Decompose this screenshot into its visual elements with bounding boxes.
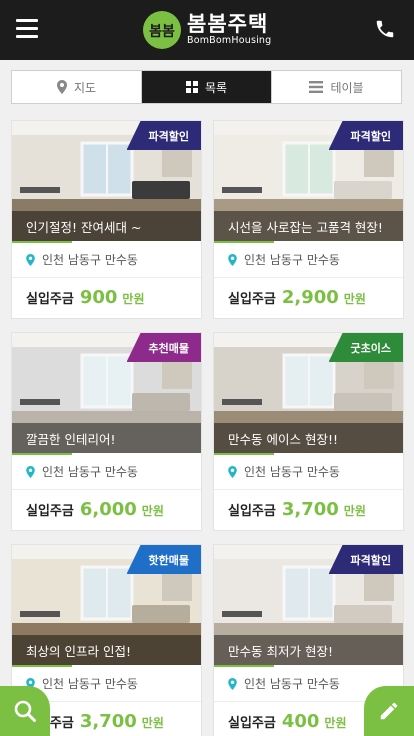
listing-title: 시선을 사로잡는 고품격 현장!	[214, 211, 403, 241]
listing-price: 실입주금 2,900 만원	[228, 287, 366, 308]
logo-mark-text: 봄봄	[149, 24, 175, 40]
listing-photo: 추천매물 깔끔한 인테리어!	[12, 333, 201, 453]
listing-photo: 파격할인 만수동 최저가 현장!	[214, 545, 403, 665]
listing-card[interactable]: 굿초이스 만수동 에이스 현장!! 인천 남동구 만수동 실입주금 3,700 …	[213, 332, 404, 531]
tab-table[interactable]: 테이블	[271, 71, 401, 103]
listing-title: 인기절정! 잔여세대 ~	[12, 211, 201, 241]
listing-card[interactable]: 추천매물 깔끔한 인테리어! 인천 남동구 만수동 실입주금 6,000 만원	[11, 332, 202, 531]
price-unit: 만원	[141, 716, 164, 730]
listing-title: 만수동 최저가 현장!	[214, 635, 403, 665]
price-unit: 만원	[343, 504, 366, 518]
listing-title: 만수동 에이스 현장!!	[214, 423, 403, 453]
price-value: 2,900	[281, 287, 339, 308]
location-pin-icon	[228, 253, 237, 266]
accent-bar	[12, 453, 72, 455]
listing-price: 실입주금 900 만원	[26, 287, 145, 308]
listing-location: 인천 남동구 만수동	[228, 251, 340, 268]
map-pin-icon	[56, 80, 67, 94]
price-value: 400	[281, 711, 320, 732]
listing-location: 인천 남동구 만수동	[26, 675, 138, 692]
logo-mark: 봄봄	[143, 11, 181, 49]
listing-location-text: 인천 남동구 만수동	[244, 677, 340, 691]
listing-photo: 굿초이스 만수동 에이스 현장!!	[214, 333, 403, 453]
price-unit: 만원	[343, 292, 366, 306]
listing-location-text: 인천 남동구 만수동	[42, 465, 138, 479]
accent-bar	[214, 241, 274, 243]
tab-table-label: 테이블	[330, 80, 364, 95]
location-pin-icon	[228, 677, 237, 690]
price-label: 실입주금	[228, 716, 276, 731]
listing-location: 인천 남동구 만수동	[26, 251, 138, 268]
price-unit: 만원	[324, 716, 347, 730]
tab-list[interactable]: 목록	[141, 71, 271, 103]
accent-bar	[12, 241, 72, 243]
listing-card[interactable]: 파격할인 인기절정! 잔여세대 ~ 인천 남동구 만수동 실입주금 900 만원	[11, 120, 202, 319]
divider	[12, 489, 201, 490]
view-tabs: 지도 목록 테이블	[11, 70, 402, 104]
price-value: 6,000	[79, 499, 137, 520]
logo-subtitle: BomBomHousing	[187, 35, 272, 46]
listing-location-text: 인천 남동구 만수동	[244, 253, 340, 267]
divider	[214, 277, 403, 278]
listing-location-text: 인천 남동구 만수동	[42, 253, 138, 267]
location-pin-icon	[228, 465, 237, 478]
accent-bar	[12, 665, 72, 667]
tab-list-label: 목록	[204, 80, 228, 95]
location-pin-icon	[26, 253, 35, 266]
list-icon	[309, 81, 324, 93]
price-value: 3,700	[79, 711, 137, 732]
logo-title: 봄봄주택	[187, 12, 269, 36]
tab-map-label: 지도	[73, 80, 97, 95]
listing-title: 깔끔한 인테리어!	[12, 423, 201, 453]
price-label: 실입주금	[26, 504, 74, 519]
listing-card[interactable]: 파격할인 시선을 사로잡는 고품격 현장! 인천 남동구 만수동 실입주금 2,…	[213, 120, 404, 319]
price-unit: 만원	[141, 504, 164, 518]
listing-photo: 파격할인 인기절정! 잔여세대 ~	[12, 121, 201, 241]
write-button[interactable]	[364, 686, 414, 736]
price-unit: 만원	[122, 292, 145, 306]
logo[interactable]: 봄봄 봄봄주택 BomBomHousing	[143, 10, 271, 50]
accent-bar	[214, 665, 274, 667]
price-value: 3,700	[281, 499, 339, 520]
listing-price: 실입주금 6,000 만원	[26, 499, 164, 520]
listing-location-text: 인천 남동구 만수동	[42, 677, 138, 691]
price-label: 실입주금	[26, 292, 74, 307]
listing-photo: 파격할인 시선을 사로잡는 고품격 현장!	[214, 121, 403, 241]
app-header: 봄봄 봄봄주택 BomBomHousing	[0, 0, 414, 60]
tab-map[interactable]: 지도	[12, 71, 141, 103]
price-value: 900	[79, 287, 118, 308]
listing-location-text: 인천 남동구 만수동	[244, 465, 340, 479]
price-label: 실입주금	[228, 292, 276, 307]
accent-bar	[214, 453, 274, 455]
location-pin-icon	[26, 465, 35, 478]
listing-location: 인천 남동구 만수동	[228, 675, 340, 692]
pencil-icon	[380, 702, 398, 720]
search-button[interactable]	[0, 686, 50, 736]
divider	[214, 489, 403, 490]
listing-location: 인천 남동구 만수동	[26, 463, 138, 480]
grid-icon	[185, 81, 198, 93]
listing-title: 최상의 인프라 인접!	[12, 635, 201, 665]
price-label: 실입주금	[228, 504, 276, 519]
listing-price: 실입주금 3,700 만원	[228, 499, 366, 520]
search-icon	[14, 700, 36, 722]
divider	[12, 277, 201, 278]
phone-icon[interactable]	[374, 18, 396, 40]
listing-location: 인천 남동구 만수동	[228, 463, 340, 480]
hamburger-menu-icon[interactable]	[16, 19, 38, 39]
listing-photo: 핫한매물 최상의 인프라 인접!	[12, 545, 201, 665]
listing-price: 실입주금 400 만원	[228, 711, 347, 732]
